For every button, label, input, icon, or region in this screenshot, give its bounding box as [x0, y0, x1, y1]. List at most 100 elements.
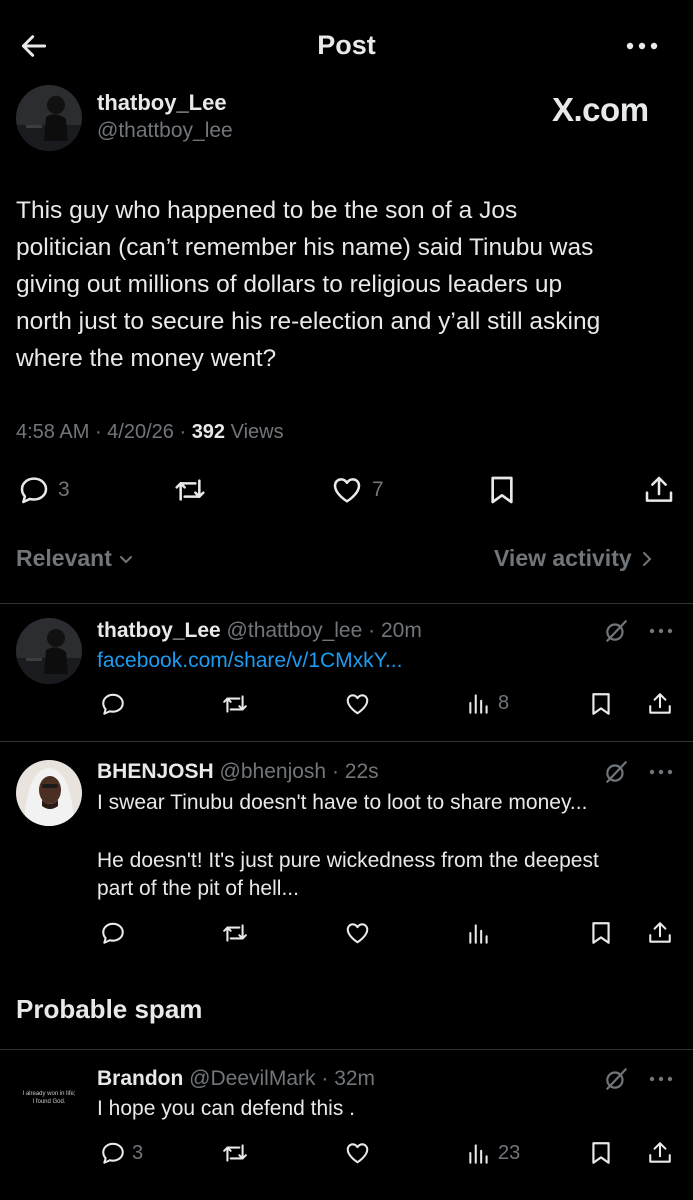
- reply-like-button[interactable]: [344, 1140, 371, 1166]
- reply-reply-button[interactable]: [100, 920, 126, 946]
- reply-link[interactable]: facebook.com/share/v/1CMxkY...: [97, 649, 402, 673]
- post-meta: 4:58 AM · 4/20/26 · 392 Views: [16, 421, 284, 443]
- analytics-icon: [469, 1144, 488, 1164]
- view-activity-link[interactable]: View activity: [494, 545, 654, 572]
- reply-time: 32m: [334, 1067, 376, 1090]
- reply-views-count: 23: [498, 1141, 521, 1164]
- reply-bookmark-button[interactable]: [589, 920, 613, 946]
- reply-views-button[interactable]: 23: [466, 1140, 520, 1166]
- reply-count: 3: [58, 478, 70, 501]
- grok-button[interactable]: [603, 618, 629, 644]
- reply-icon: [102, 1142, 124, 1164]
- post-text-line: giving out millions of dollars to religi…: [16, 271, 563, 298]
- reply-button[interactable]: 3: [18, 474, 70, 506]
- more-horizontal-icon: [649, 769, 673, 775]
- divider: [0, 1049, 693, 1050]
- reply-display-name[interactable]: Brandon: [97, 1067, 183, 1090]
- like-button[interactable]: 7: [330, 474, 384, 506]
- reply-repost-button[interactable]: [220, 920, 250, 946]
- post-text-line: This guy who happened to be the son of a…: [16, 197, 518, 224]
- grok-button[interactable]: [603, 1066, 629, 1092]
- reply-reply-button[interactable]: 3: [100, 1140, 143, 1166]
- more-horizontal-icon: [626, 42, 658, 50]
- reply-repost-button[interactable]: [220, 1140, 250, 1166]
- avatar-photo: [16, 85, 82, 151]
- reply-bookmark-button[interactable]: [589, 1140, 613, 1166]
- chevron-right-icon: [642, 551, 652, 566]
- reply-time: 20m: [380, 619, 422, 642]
- grok-icon: [606, 1068, 627, 1090]
- x-com-watermark: X.com: [552, 91, 649, 128]
- share-button[interactable]: [643, 474, 675, 506]
- reply-avatar[interactable]: I already won in life; I found God.: [14, 1090, 84, 1120]
- reply-text: I swear Tinubu doesn't have to loot to s…: [97, 789, 682, 903]
- reply-repost-button[interactable]: [220, 691, 250, 717]
- reply-text-line: part of the pit of hell...: [97, 877, 299, 900]
- bookmark-icon: [491, 476, 513, 504]
- relevant-dropdown[interactable]: Relevant: [16, 545, 134, 572]
- more-button[interactable]: [622, 32, 662, 60]
- reply-share-button[interactable]: [647, 1140, 673, 1166]
- reply-more-button[interactable]: [648, 765, 674, 779]
- chevron-down-icon: [119, 555, 132, 563]
- reply-text: I hope you can defend this .: [97, 1097, 356, 1120]
- post-text: This guy who happened to be the son of a…: [16, 192, 681, 377]
- reply-views-button[interactable]: [466, 920, 492, 946]
- repost-icon: [223, 1144, 247, 1162]
- repost-icon: [175, 479, 205, 501]
- reply-handle[interactable]: @bhenjosh: [220, 760, 327, 783]
- divider: [0, 741, 693, 742]
- reply-icon: [102, 693, 124, 715]
- grok-button[interactable]: [603, 759, 629, 785]
- page-title: Post: [317, 30, 376, 60]
- avatar-photo: [16, 760, 82, 826]
- avatar-text: I found God.: [32, 1099, 66, 1105]
- reply-share-button[interactable]: [647, 920, 673, 946]
- heart-icon: [346, 694, 369, 715]
- post-text-line: north just to secure his re-election and…: [16, 308, 601, 335]
- relevant-label: Relevant: [16, 545, 112, 571]
- reply-text-line: I swear Tinubu doesn't have to loot to s…: [97, 791, 588, 814]
- author-display-name[interactable]: thatboy_Lee: [97, 90, 227, 116]
- reply-more-button[interactable]: [648, 624, 674, 638]
- post-time: 4:58 AM: [16, 421, 90, 443]
- reply-count: 3: [132, 1141, 144, 1164]
- reply-time: 22s: [344, 760, 379, 783]
- repost-button[interactable]: [172, 474, 208, 506]
- heart-icon: [346, 1143, 369, 1164]
- reply-like-button[interactable]: [344, 691, 371, 717]
- repost-icon: [223, 924, 247, 942]
- author-handle[interactable]: @thattboy_lee: [97, 119, 233, 143]
- grok-icon: [606, 620, 627, 642]
- post-text-line: where the money went?: [16, 345, 277, 372]
- bookmark-icon: [592, 1142, 610, 1164]
- reply-handle[interactable]: @thattboy_lee: [227, 619, 363, 642]
- views-count: 392: [191, 421, 226, 443]
- more-horizontal-icon: [649, 1076, 673, 1082]
- reply-display-name[interactable]: thatboy_Lee: [97, 619, 221, 642]
- share-icon: [645, 476, 673, 502]
- share-icon: [649, 693, 671, 714]
- reply-handle[interactable]: @DeevilMark: [189, 1067, 315, 1090]
- reply-share-button[interactable]: [647, 691, 673, 717]
- reply-bookmark-button[interactable]: [589, 691, 613, 717]
- post-text-line: politician (can’t remember his name) sai…: [16, 234, 594, 261]
- reply-reply-button[interactable]: [100, 691, 126, 717]
- reply-display-name[interactable]: BHENJOSH: [97, 760, 214, 783]
- views-label: Views: [230, 421, 284, 443]
- bookmark-icon: [592, 922, 610, 944]
- avatar-text: I already won in life;: [22, 1091, 76, 1097]
- share-icon: [649, 922, 671, 943]
- author-avatar[interactable]: [16, 85, 82, 151]
- reply-more-button[interactable]: [648, 1072, 674, 1086]
- reply-header: thatboy_Lee @thattboy_lee · 20m: [97, 619, 422, 642]
- reply-icon: [20, 477, 48, 504]
- reply-like-button[interactable]: [344, 920, 371, 946]
- bookmark-button[interactable]: [487, 474, 517, 506]
- reply-views-button[interactable]: 8: [466, 690, 509, 716]
- reply-text-line: He doesn't! It's just pure wickedness fr…: [97, 849, 599, 872]
- reply-avatar[interactable]: [16, 760, 82, 826]
- reply-avatar[interactable]: [16, 618, 82, 684]
- post-date: 4/20/26: [107, 421, 174, 443]
- share-icon: [649, 1142, 671, 1163]
